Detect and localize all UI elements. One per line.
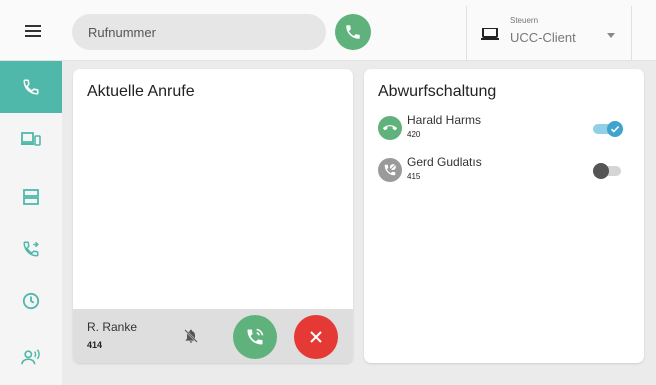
deflection-number: 420 [407, 130, 421, 139]
phone-icon [23, 79, 39, 95]
accept-call-button[interactable] [233, 315, 277, 359]
deflection-row: Gerd Gudlatıs 415 [364, 153, 644, 193]
sidebar-item-voice[interactable] [0, 331, 62, 383]
deflection-name: Gerd Gudlatıs [407, 155, 482, 169]
control-label: Steuern [510, 16, 539, 25]
devices-icon [21, 132, 41, 146]
active-call-bar: R. Ranke 414 [73, 309, 353, 363]
phone-disabled-icon [384, 164, 396, 176]
menu-icon [25, 25, 41, 37]
caller-number: 414 [87, 340, 103, 350]
phone-number-input[interactable] [88, 24, 308, 40]
check-icon [610, 126, 620, 133]
sidebar [0, 61, 62, 385]
top-bar: Steuern UCC-Client [0, 0, 656, 61]
person-voice-icon [21, 349, 40, 365]
hangup-icon [383, 125, 397, 131]
avatar [378, 116, 402, 140]
sidebar-item-calls[interactable] [0, 61, 62, 113]
laptop-icon [481, 28, 499, 40]
sidebar-item-history[interactable] [0, 275, 62, 327]
bell-off-icon[interactable] [183, 328, 199, 344]
deflection-card: Abwurfschaltung Harald Harms 420 Gerd Gu… [364, 69, 644, 363]
control-device-select[interactable]: Steuern UCC-Client [466, 6, 632, 60]
phone-icon [346, 25, 360, 39]
deflection-name: Harald Harms [407, 113, 482, 127]
call-forward-icon [23, 241, 39, 257]
control-value: UCC-Client [510, 30, 576, 45]
phone-number-search [72, 14, 326, 50]
avatar [378, 158, 402, 182]
deflection-toggle[interactable] [593, 121, 625, 137]
sidebar-item-storage[interactable] [0, 171, 62, 223]
current-calls-title: Aktuelle Anrufe [87, 83, 195, 100]
sidebar-item-call-forward[interactable] [0, 223, 62, 275]
clock-icon [22, 292, 40, 310]
menu-button[interactable] [20, 20, 46, 42]
caller-name: R. Ranke [87, 320, 138, 334]
deflection-number: 415 [407, 172, 421, 181]
sidebar-item-devices[interactable] [0, 113, 62, 165]
phone-in-talk-icon [247, 328, 264, 345]
chevron-down-icon [607, 33, 615, 38]
deflection-toggle[interactable] [593, 163, 625, 179]
storage-icon [23, 189, 39, 205]
deflection-row: Harald Harms 420 [364, 111, 644, 151]
current-calls-card: Aktuelle Anrufe R. Ranke 414 [73, 69, 353, 363]
reject-call-button[interactable] [294, 315, 338, 359]
deflection-title: Abwurfschaltung [378, 83, 497, 100]
dial-button[interactable] [335, 14, 371, 50]
close-icon [310, 331, 322, 343]
